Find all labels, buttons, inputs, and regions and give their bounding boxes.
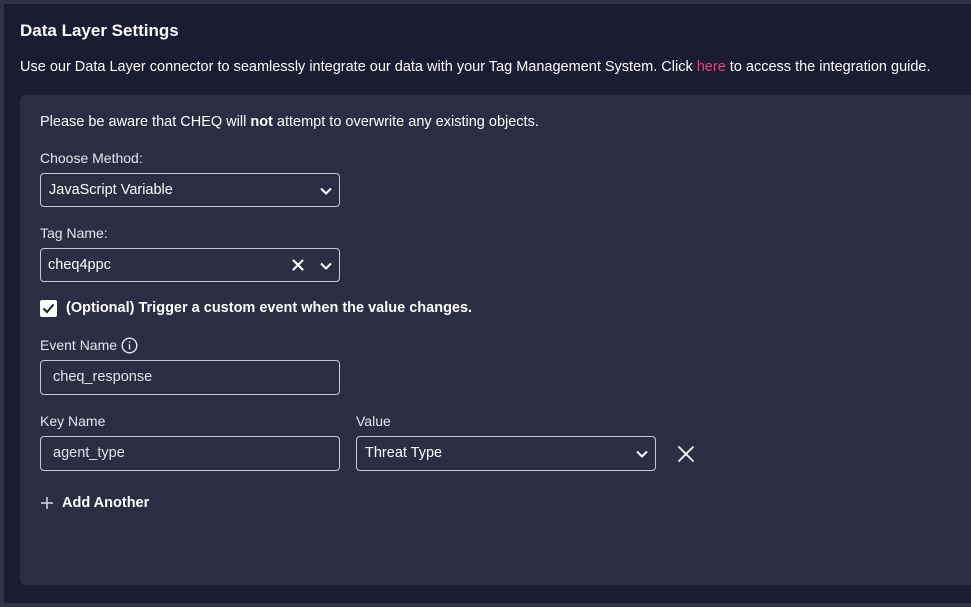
plus-icon — [41, 497, 53, 509]
intro-text-start: Use our Data Layer connector to seamless… — [20, 59, 697, 75]
intro-text-end: to access the integration guide. — [725, 59, 931, 75]
event-name-input[interactable]: cheq_response — [40, 360, 340, 395]
close-icon[interactable] — [676, 444, 696, 464]
tag-name-label: Tag Name: — [40, 225, 108, 241]
page-title: Data Layer Settings — [20, 21, 179, 40]
choose-method-label: Choose Method: — [40, 150, 143, 166]
chevron-down-icon[interactable] — [319, 259, 333, 273]
intro-text: Use our Data Layer connector to seamless… — [20, 59, 931, 75]
notice-start: Please be aware that CHEQ will — [40, 114, 251, 130]
tag-name-select[interactable]: cheq4ppc — [40, 248, 340, 282]
chevron-down-icon[interactable] — [319, 184, 333, 198]
choose-method-select[interactable]: JavaScript Variable — [40, 173, 340, 207]
custom-event-checkbox[interactable] — [40, 300, 57, 317]
custom-event-label[interactable]: (Optional) Trigger a custom event when t… — [66, 300, 472, 316]
event-name-value: cheq_response — [53, 369, 153, 385]
key-name-label: Key Name — [40, 413, 106, 429]
overwrite-notice: Please be aware that CHEQ will not attem… — [40, 114, 539, 130]
integration-guide-link[interactable]: here — [697, 59, 726, 75]
choose-method-value: JavaScript Variable — [49, 182, 173, 198]
checkbox-checked-icon — [42, 303, 55, 314]
key-name-input[interactable]: agent_type — [40, 436, 340, 471]
add-another-button[interactable]: Add Another — [40, 494, 149, 512]
value-label: Value — [356, 413, 391, 429]
event-name-label: Event Name — [40, 337, 118, 353]
chevron-down-icon[interactable] — [635, 447, 649, 461]
settings-panel — [20, 95, 971, 585]
value-select[interactable]: Threat Type — [356, 436, 656, 471]
notice-end: attempt to overwrite any existing object… — [272, 114, 539, 130]
notice-emphasis: not — [250, 114, 273, 130]
value-select-value: Threat Type — [365, 445, 443, 461]
info-icon[interactable] — [121, 337, 138, 354]
clear-x-icon[interactable] — [291, 258, 305, 272]
key-name-value: agent_type — [53, 445, 125, 461]
add-another-label: Add Another — [62, 495, 150, 511]
tag-name-value: cheq4ppc — [48, 257, 111, 273]
